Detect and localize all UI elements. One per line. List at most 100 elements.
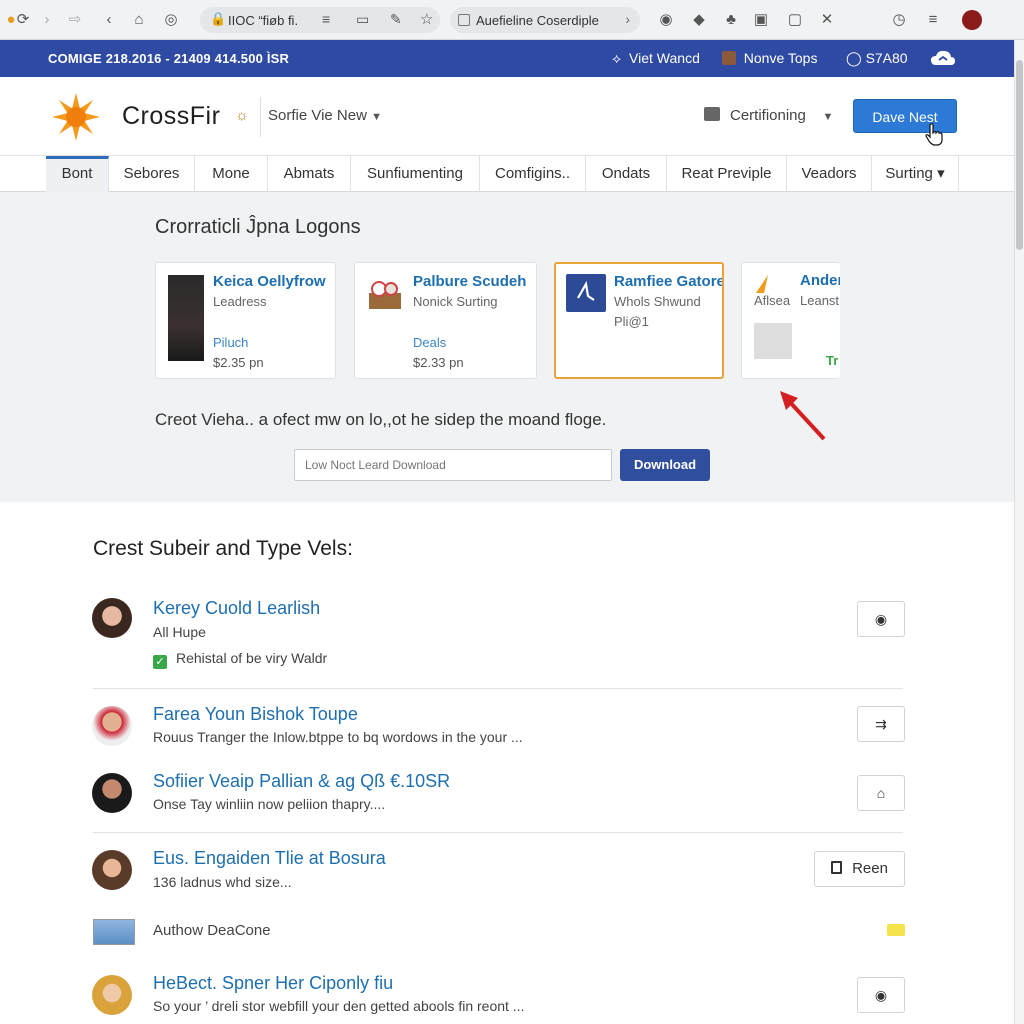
edit-icon[interactable]: ✎	[390, 11, 402, 28]
certification-dropdown[interactable]: Certifioning ▼	[704, 107, 833, 124]
nav-tab-0[interactable]: Bont	[46, 156, 109, 192]
tools-icon[interactable]: ✕	[818, 11, 836, 29]
topbar-item-2[interactable]: Nonve Tops	[722, 50, 817, 66]
square-icon[interactable]: ▢	[786, 11, 804, 29]
item-note-text: Rehistal of be viry Waldr	[176, 650, 328, 666]
star-icon[interactable]: ☆	[420, 10, 433, 28]
browser-tab[interactable]: Auefieline Coserdiple ›	[450, 7, 640, 33]
list-item[interactable]: Farea Youn Bishok Toupe Rouus Tranger th…	[90, 704, 905, 754]
card-extra: Tr	[826, 353, 839, 368]
item-subtitle: So your ’ dreli stor webfill your den ge…	[153, 998, 525, 1014]
card-extra: Pli@1	[614, 314, 649, 329]
extension-icon-3[interactable]: ♣	[722, 11, 740, 29]
item-title[interactable]: Sofiier Veaip Pallian & ag Qß €.10SR	[153, 771, 450, 792]
menu-icon[interactable]: ≡	[924, 11, 942, 29]
list-item[interactable]: Eus. Engaiden Tlie at Bosura 136 ladnus …	[90, 848, 905, 898]
card-title: Ander	[800, 272, 840, 289]
list-item[interactable]: Authow DeaCone	[90, 916, 905, 946]
nav-tab-4[interactable]: Sunfiumenting	[351, 156, 480, 192]
nav-tab-8[interactable]: Veadors	[787, 156, 872, 192]
forward-icon[interactable]: ›	[38, 11, 56, 29]
card-subtitle: Leadress	[213, 294, 267, 309]
item-title[interactable]: Kerey Cuold Learlish	[153, 598, 320, 619]
scrollbar[interactable]	[1014, 40, 1024, 1024]
extension-icon-2[interactable]: ◆	[690, 11, 708, 29]
avatar	[92, 975, 132, 1015]
fast-forward-icon[interactable]: ⇨	[66, 11, 84, 29]
red-arrow-icon	[780, 391, 826, 441]
main-nav: Bont Sebores Mone Abmats Sunfiumenting C…	[0, 155, 1014, 192]
item-title[interactable]: HeBect. Spner Her Ciponly fiu	[153, 973, 393, 994]
brand-name[interactable]: CrossFir	[122, 102, 220, 131]
item-title[interactable]: Authow DeaCone	[153, 922, 271, 939]
address-bar[interactable]: 🔒 IIOC “fiøb fi. ≡ ▭ ✎ ☆	[200, 7, 440, 33]
sun-logo-icon[interactable]	[50, 93, 102, 141]
topbar-item-3[interactable]: ◯ S7A80	[846, 50, 908, 67]
avatar	[92, 850, 132, 890]
product-card[interactable]: Palbure Scudeh Nonick Surting Deals $2.3…	[354, 262, 537, 379]
product-thumbnail	[168, 275, 204, 361]
nav-tab-5[interactable]: Comfigins..	[480, 156, 586, 192]
triangle-logo-icon	[756, 275, 768, 293]
cloud-icon[interactable]	[930, 48, 956, 68]
topbar-item-2-label: Nonve Tops	[743, 50, 818, 66]
card-subtitle: Leanst	[800, 293, 840, 308]
header-divider	[260, 97, 261, 137]
list-item[interactable]: Sofiier Veaip Pallian & ag Qß €.10SR Ons…	[90, 771, 905, 821]
nav-tab-1[interactable]: Sebores	[109, 156, 195, 192]
nav-tab-3[interactable]: Abmats	[268, 156, 351, 192]
item-action-button[interactable]: ⇉	[857, 706, 905, 742]
gift-box-icon	[369, 281, 401, 309]
profile-avatar[interactable]	[962, 10, 982, 30]
list-title: Crest Subeir and Type Vels:	[93, 537, 353, 560]
clock-icon[interactable]: ◷	[890, 11, 908, 29]
card-price: $2.33 pn	[413, 355, 464, 370]
download-button[interactable]: Download	[620, 449, 710, 481]
home-icon[interactable]: ⌂	[130, 11, 148, 29]
briefcase-icon	[704, 107, 720, 121]
product-card-partial[interactable]: Ander Aflsea Leanst Tr	[741, 262, 840, 379]
item-title[interactable]: Farea Youn Bishok Toupe	[153, 704, 358, 725]
product-card-selected[interactable]: Ramfiee Gatore Whols Shwund Pli@1	[554, 262, 724, 379]
chevron-down-icon: ▼	[822, 111, 834, 123]
item-action-label: Reen	[852, 860, 888, 877]
nav-tab-2[interactable]: Mone	[195, 156, 268, 192]
card-link[interactable]: Piluch	[213, 335, 248, 350]
card-link[interactable]: Deals	[413, 335, 446, 350]
item-action-button[interactable]: Reen	[814, 851, 905, 887]
scrollbar-thumb[interactable]	[1016, 60, 1023, 250]
item-action-button[interactable]: ◉	[857, 977, 905, 1013]
window-icon[interactable]: ▭	[356, 11, 369, 28]
item-action-button[interactable]: ⌂	[857, 775, 905, 811]
download-input[interactable]	[294, 449, 612, 481]
item-note: ✓ Rehistal of be viry Waldr	[153, 650, 327, 669]
product-card[interactable]: Keica Oellyfrow Leadress Piluch $2.35 pn	[155, 262, 336, 379]
screenshot-icon[interactable]: ▣	[752, 11, 770, 29]
list-item[interactable]: HeBect. Spner Her Ciponly fiu So your ’ …	[90, 973, 905, 1023]
nav-tab-9[interactable]: Surting ▾	[872, 156, 959, 192]
back-icon[interactable]: ‹	[100, 11, 118, 29]
reload-icon[interactable]: ⟳	[14, 11, 32, 29]
check-icon: ✓	[153, 655, 167, 669]
nav-tab-7[interactable]: Reat Previple	[667, 156, 787, 192]
topbar-info-text: COMIGE 218.2016 - 21409 414.500 ÌSR	[48, 51, 290, 66]
menu-lines-icon[interactable]: ≡	[322, 11, 330, 27]
site-select-dropdown[interactable]: Sorfie Vie New ▼	[268, 107, 382, 124]
avatar	[92, 773, 132, 813]
browser-toolbar: ● ⟳ › ⇨ ‹ ⌂ ◎ 🔒 IIOC “fiøb fi. ≡ ▭ ✎ ☆ A…	[0, 0, 1024, 40]
item-title[interactable]: Eus. Engaiden Tlie at Bosura	[153, 848, 386, 869]
card-subtitle: Whols Shwund	[614, 294, 701, 309]
topbar-item-1[interactable]: ⟡ Viet Wancd	[612, 50, 700, 67]
item-action-button[interactable]: ◉	[857, 601, 905, 637]
top-info-bar: COMIGE 218.2016 - 21409 414.500 ÌSR ⟡ Vi…	[0, 40, 1014, 77]
chevron-right-icon[interactable]: ›	[625, 11, 630, 27]
book-icon	[722, 51, 736, 65]
document-icon	[566, 274, 606, 312]
card-title: Ramfiee Gatore	[614, 273, 724, 290]
card-title: Keica Oellyfrow	[213, 273, 326, 290]
card-title: Palbure Scudeh	[413, 273, 527, 290]
extension-icon-1[interactable]: ◉	[657, 11, 675, 29]
nav-tab-6[interactable]: Ondats	[586, 156, 667, 192]
list-item[interactable]: Kerey Cuold Learlish All Hupe ✓ Rehistal …	[90, 598, 905, 678]
settings-icon[interactable]: ◎	[162, 11, 180, 29]
